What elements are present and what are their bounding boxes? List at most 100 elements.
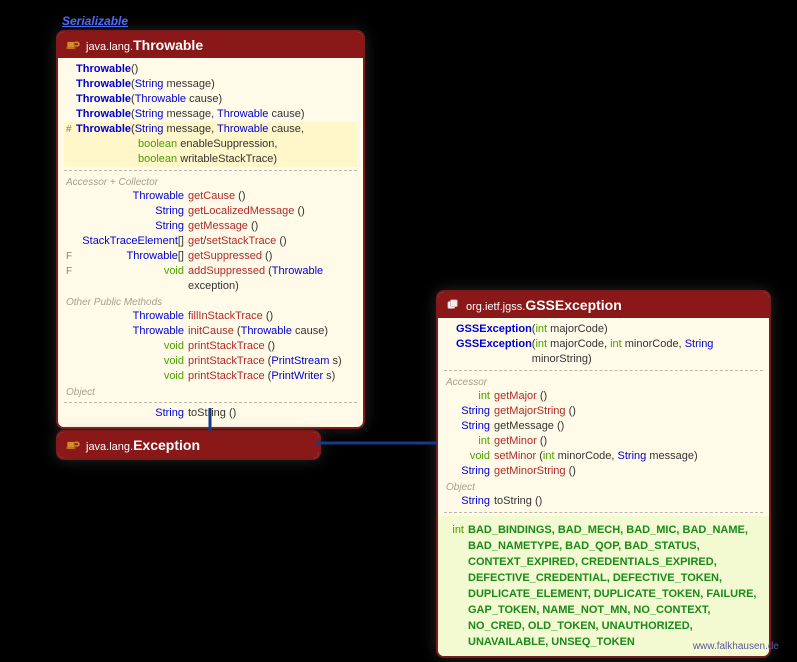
- params: (String message, Throwable cause,: [131, 122, 355, 137]
- token: cause): [186, 93, 222, 105]
- method-sig: getMajor (): [494, 389, 761, 404]
- constructor-row: Throwable (Throwable cause): [64, 92, 357, 107]
- method-row: voidprintStackTrace (PrintWriter s): [64, 369, 357, 384]
- token: String: [135, 123, 164, 135]
- token: fillInStackTrace: [188, 310, 263, 322]
- token: PrintStream: [271, 355, 329, 367]
- token: (): [566, 405, 576, 417]
- return-type: String: [456, 404, 494, 419]
- method-row: StringgetMajorString (): [444, 404, 763, 419]
- return-type: Throwable[]: [76, 249, 188, 264]
- token: addSuppressed: [188, 265, 265, 277]
- method-sig: getMinorString (): [494, 464, 761, 479]
- method-row: Throwable initCause (Throwable cause): [64, 324, 357, 339]
- params: boolean enableSuppression,: [138, 137, 355, 152]
- class-box-gssexception: org.ietf.jgss.GSSException GSSException …: [436, 290, 771, 658]
- class-header-exception: java.lang.Exception: [58, 432, 319, 458]
- method-row: int getMajor (): [444, 389, 763, 404]
- method-row: voidprintStackTrace (PrintStream s): [64, 354, 357, 369]
- token: (): [554, 420, 564, 432]
- method-sig: getMinor (): [494, 434, 761, 449]
- footer-link[interactable]: www.falkhausen.de: [693, 641, 779, 652]
- token: (): [537, 390, 547, 402]
- token: majorCode,: [547, 338, 610, 350]
- token: String: [155, 220, 184, 232]
- token: StackTraceElement: [82, 235, 178, 247]
- params: (String message): [131, 77, 355, 92]
- ctor-name-text: Throwable: [76, 108, 131, 120]
- method-row: StringgetMessage (): [64, 219, 357, 234]
- section-accessor-label: Accessor: [444, 374, 763, 389]
- params: (String message, Throwable cause): [131, 107, 355, 122]
- method-sig: getMessage (): [494, 419, 761, 434]
- token: Throwable: [217, 108, 268, 120]
- params: (int majorCode): [532, 322, 761, 337]
- token: (): [131, 63, 138, 75]
- method-sig: printStackTrace (): [188, 339, 355, 354]
- constructor-row: Throwable (String message): [64, 77, 357, 92]
- section-object-label: Object: [64, 384, 357, 399]
- token: (: [234, 325, 241, 337]
- token: (: [265, 265, 272, 277]
- token: (): [537, 435, 547, 447]
- token: minorCode,: [555, 450, 618, 462]
- token: get: [188, 235, 203, 247]
- return-type: String: [456, 419, 494, 434]
- token: getMinorString: [494, 465, 566, 477]
- token: int: [478, 390, 490, 402]
- method-sig: addSuppressed (Throwable exception): [188, 264, 355, 294]
- token: Throwable: [133, 310, 184, 322]
- method-sig: initCause (Throwable cause): [188, 324, 355, 339]
- ctor-name: Throwable: [76, 107, 131, 122]
- token: setStackTrace: [206, 235, 276, 247]
- accessor-list: intgetMajor ()StringgetMajorString ()Str…: [444, 389, 763, 479]
- token: int: [610, 338, 622, 350]
- token: Throwable: [127, 250, 178, 262]
- method-row: Throwable fillInStackTrace (): [64, 309, 357, 324]
- params: (int majorCode, int minorCode, String mi…: [532, 337, 761, 367]
- return-type: void: [456, 449, 494, 464]
- ctor-list: Throwable()Throwable (String message)Thr…: [64, 62, 357, 167]
- token: void: [164, 370, 184, 382]
- token: enableSuppression,: [177, 138, 277, 150]
- ctor-name: Throwable: [76, 77, 131, 92]
- method-row: StackTraceElement[]get/setStackTrace (): [64, 234, 357, 249]
- token: message,: [163, 123, 217, 135]
- token: int: [543, 450, 555, 462]
- token: message): [163, 78, 214, 90]
- method-sig: getCause (): [188, 189, 355, 204]
- token: int: [535, 323, 547, 335]
- class-box-throwable: java.lang.Throwable Throwable()Throwable…: [56, 30, 365, 429]
- ctor-name-text: GSSException: [456, 323, 532, 335]
- method-sig: fillInStackTrace (): [188, 309, 355, 324]
- method-row: StringtoString (): [444, 494, 763, 509]
- token: Throwable: [133, 325, 184, 337]
- token: getMajorString: [494, 405, 566, 417]
- token: Throwable: [133, 190, 184, 202]
- method-sig: getLocalizedMessage (): [188, 204, 355, 219]
- ctor-name-text: Throwable: [76, 123, 131, 135]
- return-type: Throwable: [76, 189, 188, 204]
- constructor-row: GSSException (int majorCode): [444, 322, 763, 337]
- method-row: FvoidaddSuppressed (Throwable exception): [64, 264, 357, 294]
- token: boolean: [138, 153, 177, 165]
- token: getMessage: [494, 420, 554, 432]
- token: (): [532, 495, 542, 507]
- return-type: String: [76, 406, 188, 421]
- divider: [444, 512, 763, 513]
- method-row: StringtoString (): [64, 406, 357, 421]
- class-body-gssexception: GSSException (int majorCode)GSSException…: [438, 318, 769, 656]
- method-sig: get/setStackTrace (): [188, 234, 355, 249]
- token: int: [478, 435, 490, 447]
- token: void: [164, 355, 184, 367]
- token: setMinor: [494, 450, 536, 462]
- method-sig: setMinor (int minorCode, String message): [494, 449, 761, 464]
- return-type: void: [76, 354, 188, 369]
- token: (): [235, 190, 245, 202]
- token: cause,: [268, 123, 303, 135]
- token: getSuppressed: [188, 250, 262, 262]
- pkg-label: java.lang.: [86, 41, 133, 53]
- ctor-name-text: Throwable: [76, 63, 131, 75]
- return-type: void: [76, 264, 188, 279]
- interface-label-serializable: Serializable: [62, 14, 128, 28]
